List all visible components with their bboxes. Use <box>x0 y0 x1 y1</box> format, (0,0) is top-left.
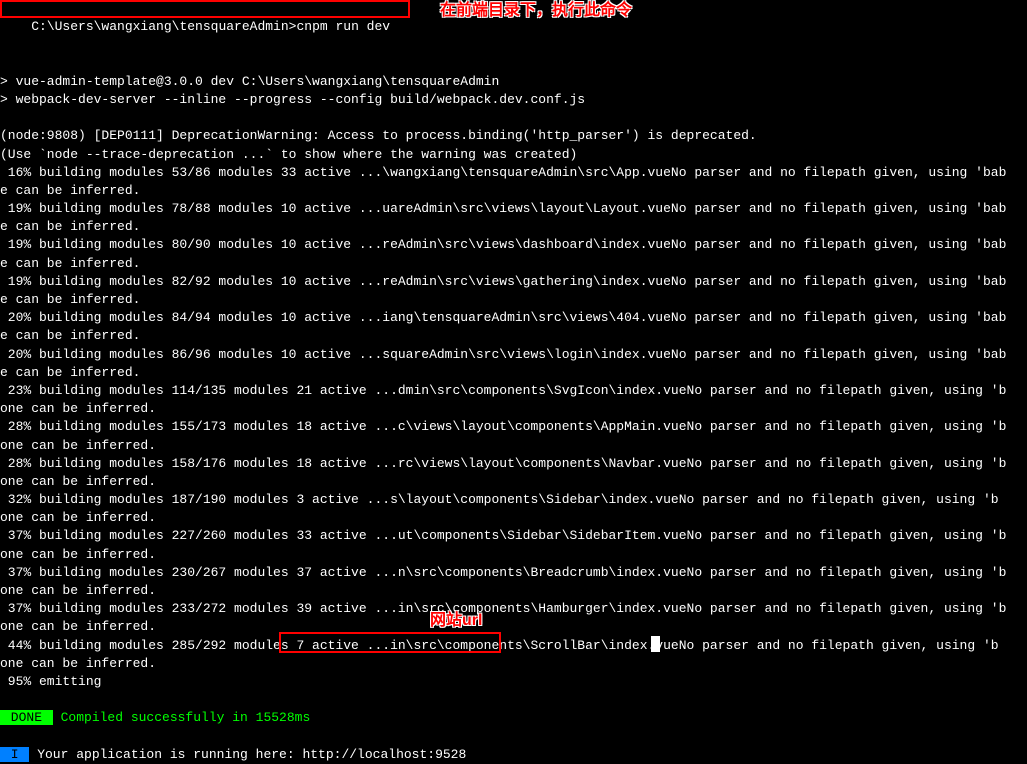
build-line: 37% building modules 230/267 modules 37 … <box>0 564 1027 582</box>
output-line: > vue-admin-template@3.0.0 dev C:\Users\… <box>0 73 1027 91</box>
dep-hint: (Use `node --trace-deprecation ...` to s… <box>0 146 1027 164</box>
build-line: 37% building modules 233/272 modules 39 … <box>0 600 1027 618</box>
done-badge: DONE <box>0 710 53 725</box>
build-line: e can be inferred. <box>0 327 1027 345</box>
blank-line <box>0 728 1027 746</box>
done-text: Compiled successfully in 15528ms <box>53 710 310 725</box>
blank-line <box>0 55 1027 73</box>
dep-warning: (node:9808) [DEP0111] DeprecationWarning… <box>0 127 1027 145</box>
build-line: 20% building modules 86/96 modules 10 ac… <box>0 346 1027 364</box>
build-line: one can be inferred. <box>0 655 1027 673</box>
build-line: 32% building modules 187/190 modules 3 a… <box>0 491 1027 509</box>
build-line: 44% building modules 285/292 modules 7 a… <box>0 637 1027 655</box>
info-badge: I <box>0 747 29 762</box>
build-line: 37% building modules 227/260 modules 33 … <box>0 527 1027 545</box>
build-line: one can be inferred. <box>0 546 1027 564</box>
output-line: > webpack-dev-server --inline --progress… <box>0 91 1027 109</box>
build-line: 95% emitting <box>0 673 1027 691</box>
build-line: 16% building modules 53/86 modules 33 ac… <box>0 164 1027 182</box>
command-text: cnpm run dev <box>296 19 390 34</box>
build-line: e can be inferred. <box>0 364 1027 382</box>
build-line: 23% building modules 114/135 modules 21 … <box>0 382 1027 400</box>
command-highlight-box <box>0 0 410 18</box>
url-highlight-box <box>279 632 501 653</box>
build-line: 28% building modules 158/176 modules 18 … <box>0 455 1027 473</box>
terminal-cursor <box>651 636 660 652</box>
build-line: one can be inferred. <box>0 582 1027 600</box>
build-line: e can be inferred. <box>0 182 1027 200</box>
top-annotation: 在前端目录下，执行此命令 <box>440 0 632 22</box>
prompt-path: C:\Users\wangxiang\tensquareAdmin> <box>31 19 296 34</box>
done-line: DONE Compiled successfully in 15528ms <box>0 709 1027 727</box>
build-line: 19% building modules 78/88 modules 10 ac… <box>0 200 1027 218</box>
bottom-annotation: 网站url <box>430 610 482 632</box>
build-line: 20% building modules 84/94 modules 10 ac… <box>0 309 1027 327</box>
build-line: e can be inferred. <box>0 218 1027 236</box>
build-line: one can be inferred. <box>0 618 1027 636</box>
build-line: one can be inferred. <box>0 473 1027 491</box>
info-line: I Your application is running here: http… <box>0 746 1027 764</box>
blank-line <box>0 109 1027 127</box>
build-line: one can be inferred. <box>0 437 1027 455</box>
build-line: one can be inferred. <box>0 400 1027 418</box>
build-line: 19% building modules 80/90 modules 10 ac… <box>0 236 1027 254</box>
build-line: 19% building modules 82/92 modules 10 ac… <box>0 273 1027 291</box>
build-line: 28% building modules 155/173 modules 18 … <box>0 418 1027 436</box>
info-text: Your application is running here: http:/… <box>29 747 466 762</box>
build-line: e can be inferred. <box>0 255 1027 273</box>
blank-line <box>0 691 1027 709</box>
terminal-window[interactable]: 在前端目录下，执行此命令 C:\Users\wangxiang\tensquar… <box>0 0 1027 764</box>
build-line: e can be inferred. <box>0 291 1027 309</box>
build-line: one can be inferred. <box>0 509 1027 527</box>
